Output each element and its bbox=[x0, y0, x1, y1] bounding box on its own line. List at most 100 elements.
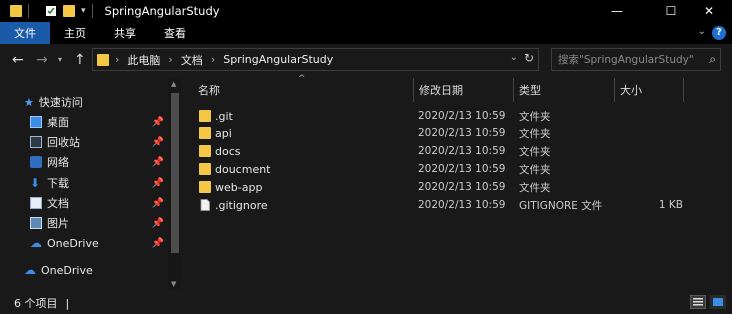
folder-icon bbox=[199, 145, 211, 157]
star-icon: ★ bbox=[24, 95, 34, 109]
details-view-icon[interactable] bbox=[690, 295, 706, 309]
file-row[interactable]: docs 2020/2/13 10:59 文件夹 bbox=[193, 142, 693, 160]
breadcrumb-separator[interactable]: › bbox=[168, 53, 172, 66]
file-row[interactable]: web-app 2020/2/13 10:59 文件夹 bbox=[193, 178, 693, 196]
nav-item-documents[interactable]: 文档 📌 bbox=[30, 193, 168, 213]
tab-home[interactable]: 主页 bbox=[50, 22, 100, 44]
file-row[interactable]: .gitignore 2020/2/13 10:59 GITIGNORE 文件 … bbox=[193, 196, 693, 214]
status-bar: 6 个项目 | bbox=[0, 292, 732, 314]
up-arrow-icon[interactable]: ↑ bbox=[74, 52, 86, 68]
nav-item-desktop[interactable]: 桌面 📌 bbox=[30, 112, 168, 132]
forward-arrow-icon[interactable]: → bbox=[36, 52, 48, 68]
help-button[interactable]: ? bbox=[712, 26, 726, 40]
file-type: 文件夹 bbox=[519, 110, 551, 123]
nav-item-recycle-bin[interactable]: 回收站 📌 bbox=[30, 132, 168, 152]
file-date: 2020/2/13 10:59 bbox=[418, 127, 506, 139]
column-header-type[interactable]: 类型 bbox=[514, 78, 614, 102]
file-date: 2020/2/13 10:59 bbox=[418, 145, 506, 157]
window-title: SpringAngularStudy bbox=[104, 4, 220, 18]
nav-item-downloads[interactable]: ⬇ 下载 📌 bbox=[30, 173, 168, 193]
breadcrumb-current[interactable]: SpringAngularStudy bbox=[223, 53, 333, 66]
address-dropdown-icon[interactable]: ⌄ bbox=[510, 52, 518, 63]
recent-locations-icon[interactable]: ▾ bbox=[58, 55, 62, 64]
refresh-icon[interactable]: ↻ bbox=[524, 51, 534, 65]
large-icons-view-icon[interactable] bbox=[710, 295, 726, 309]
tab-view[interactable]: 查看 bbox=[150, 22, 200, 44]
breadcrumb-documents[interactable]: 文档 bbox=[181, 52, 203, 68]
file-name: .gitignore bbox=[215, 198, 268, 212]
breadcrumb-separator[interactable]: › bbox=[211, 53, 215, 66]
file-type: 文件夹 bbox=[519, 145, 551, 158]
nav-label: OneDrive bbox=[47, 236, 99, 250]
pin-icon[interactable]: 📌 bbox=[152, 117, 164, 128]
file-date: 2020/2/13 10:59 bbox=[418, 163, 506, 175]
search-placeholder: 搜索"SpringAngularStudy" bbox=[558, 54, 694, 66]
pin-icon[interactable]: 📌 bbox=[152, 157, 164, 168]
file-name: .git bbox=[215, 109, 233, 123]
nav-item-pictures[interactable]: 图片 📌 bbox=[30, 213, 168, 233]
nav-label: 下载 bbox=[47, 177, 69, 190]
nav-label: 文档 bbox=[47, 197, 69, 210]
file-name: api bbox=[215, 126, 232, 140]
file-type: 文件夹 bbox=[519, 181, 551, 194]
minimize-button[interactable]: — bbox=[594, 0, 640, 22]
file-row[interactable]: doucment 2020/2/13 10:59 文件夹 bbox=[193, 160, 693, 178]
file-date: 2020/2/13 10:59 bbox=[418, 181, 506, 193]
folder-icon bbox=[97, 53, 109, 66]
nav-item-onedrive-pinned[interactable]: ☁ OneDrive 📌 bbox=[30, 233, 168, 253]
nav-quick-access[interactable]: ★ 快速访问 bbox=[24, 92, 168, 112]
divider bbox=[28, 4, 29, 18]
ribbon-tabs: 文件 主页 共享 查看 bbox=[0, 22, 732, 44]
pin-icon[interactable]: 📌 bbox=[152, 238, 164, 249]
search-input[interactable]: 搜索"SpringAngularStudy" ⌕ bbox=[551, 48, 721, 71]
pin-icon[interactable]: 📌 bbox=[152, 178, 164, 189]
pin-icon[interactable]: 📌 bbox=[152, 137, 164, 148]
nav-scrollbar[interactable]: ▲ ▼ bbox=[168, 78, 181, 290]
properties-icon[interactable] bbox=[45, 5, 57, 17]
divider bbox=[91, 4, 93, 18]
nav-label: 网络 bbox=[47, 156, 69, 169]
file-type: 文件夹 bbox=[519, 127, 551, 140]
nav-label: 回收站 bbox=[47, 136, 80, 149]
nav-label: 快速访问 bbox=[38, 96, 83, 109]
breadcrumb-separator[interactable]: › bbox=[115, 53, 119, 66]
column-header-name[interactable]: 名称 bbox=[193, 78, 413, 102]
file-type: GITIGNORE 文件 bbox=[519, 199, 603, 212]
breadcrumb-this-pc[interactable]: 此电脑 bbox=[127, 52, 160, 68]
documents-icon bbox=[30, 197, 42, 209]
folder-icon bbox=[199, 181, 211, 193]
nav-label: 图片 bbox=[47, 217, 69, 230]
close-button[interactable]: ✕ bbox=[686, 0, 732, 22]
nav-label: 桌面 bbox=[47, 116, 69, 129]
network-icon bbox=[30, 156, 42, 168]
address-bar[interactable]: › 此电脑 › 文档 › SpringAngularStudy ⌄ ↻ bbox=[92, 48, 539, 71]
file-icon bbox=[200, 199, 210, 211]
file-row[interactable]: .git 2020/2/13 10:59 文件夹 bbox=[193, 107, 693, 125]
desktop-icon bbox=[30, 116, 42, 128]
tab-file[interactable]: 文件 bbox=[0, 22, 50, 44]
scroll-down-icon[interactable]: ▼ bbox=[171, 280, 176, 288]
recycle-bin-icon bbox=[30, 136, 42, 148]
file-row[interactable]: api 2020/2/13 10:59 文件夹 bbox=[193, 124, 693, 142]
scroll-up-icon[interactable]: ▲ bbox=[171, 80, 176, 88]
scrollbar-thumb[interactable] bbox=[171, 93, 179, 253]
new-folder-icon[interactable] bbox=[63, 5, 75, 17]
column-header-date[interactable]: 修改日期 bbox=[414, 78, 514, 102]
tab-share[interactable]: 共享 bbox=[100, 22, 150, 44]
file-type: 文件夹 bbox=[519, 163, 551, 176]
pin-icon[interactable]: 📌 bbox=[152, 218, 164, 229]
item-count: 6 个项目 bbox=[14, 297, 58, 310]
folder-icon bbox=[10, 5, 22, 17]
file-date: 2020/2/13 10:59 bbox=[418, 110, 506, 122]
pin-icon[interactable]: 📌 bbox=[152, 198, 164, 209]
nav-item-network[interactable]: 网络 📌 bbox=[30, 152, 168, 172]
column-divider[interactable] bbox=[683, 78, 684, 102]
back-arrow-icon[interactable]: ← bbox=[12, 52, 24, 68]
chevron-down-icon[interactable]: ⌄ bbox=[698, 26, 706, 37]
file-name: web-app bbox=[215, 180, 263, 194]
customize-toolbar-icon[interactable]: ▾ bbox=[81, 6, 86, 16]
search-icon[interactable]: ⌕ bbox=[709, 52, 716, 67]
nav-onedrive[interactable]: ☁ OneDrive bbox=[24, 260, 168, 280]
column-header-size[interactable]: 大小 bbox=[615, 78, 683, 102]
download-icon: ⬇ bbox=[30, 176, 41, 190]
